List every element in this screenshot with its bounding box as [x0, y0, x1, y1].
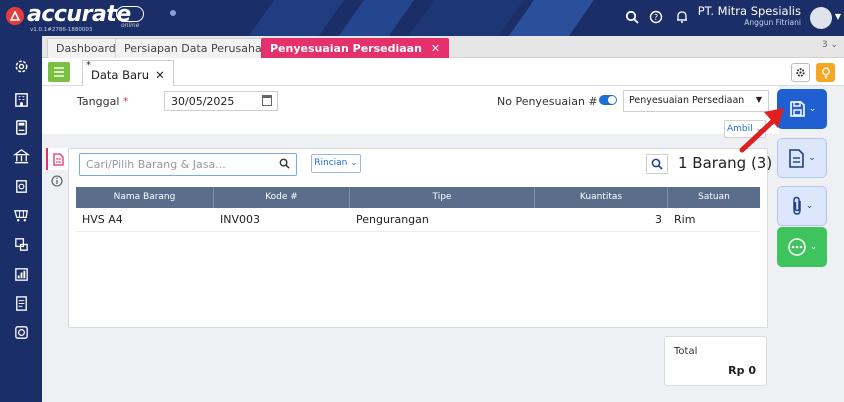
item-search-input[interactable]: Cari/Pilih Barang & Jasa...: [79, 153, 297, 176]
calculator-icon[interactable]: [12, 118, 30, 136]
doc-number-label-text: No Penyesuaian #: [497, 95, 598, 108]
top-header: accurate online v1.0.1#2786-1880003 ? PT…: [0, 0, 844, 36]
status-dot: [170, 10, 176, 16]
column-header[interactable]: Kode #: [214, 187, 350, 208]
company-info[interactable]: PT. Mitra Spesialis Anggun Fitriani: [698, 4, 801, 27]
tabs-overflow[interactable]: 3 ⌄: [822, 40, 838, 50]
avatar[interactable]: [810, 7, 832, 29]
chevron-down-icon[interactable]: ▼: [835, 12, 841, 21]
document-icon: [789, 148, 805, 168]
document-icon: [52, 152, 64, 166]
more-actions-button[interactable]: ⌄: [777, 227, 827, 267]
auto-number-toggle[interactable]: [599, 95, 617, 105]
bell-icon[interactable]: [673, 8, 691, 26]
column-header[interactable]: Satuan: [668, 187, 760, 208]
chevron-down-icon[interactable]: ⌄: [810, 242, 818, 252]
more-icon: [787, 238, 806, 256]
calendar-icon[interactable]: [262, 95, 272, 106]
search-icon[interactable]: [279, 158, 290, 169]
cell-item-name: HVS A4: [82, 213, 123, 226]
tab-persiapan-data[interactable]: Persiapan Data Perusahaan: [115, 38, 285, 58]
item-search-button[interactable]: [646, 154, 668, 174]
item-search-placeholder: Cari/Pilih Barang & Jasa...: [86, 158, 226, 171]
search-icon[interactable]: [623, 8, 641, 26]
receivable-icon[interactable]: [12, 177, 30, 195]
rincian-button[interactable]: Rincian ⌄: [311, 154, 361, 173]
tab-penyesuaian-persediaan[interactable]: Penyesuaian Persediaan ✕: [261, 38, 450, 58]
gear-icon[interactable]: [12, 57, 30, 75]
cell-item-type: Pengurangan: [356, 213, 429, 226]
module-tabs: Dashboard Persiapan Data Perusahaan Peny…: [42, 36, 844, 58]
adjustment-type-value: Penyesuaian Persediaan: [629, 95, 745, 106]
search-icon: [651, 158, 663, 170]
cell-quantity: 3: [655, 213, 662, 226]
date-value: 30/05/2025: [171, 95, 235, 108]
unsaved-marker: *: [86, 60, 91, 71]
lightbulb-icon: [821, 67, 830, 79]
chevron-down-icon[interactable]: ⌄: [806, 201, 814, 211]
date-field[interactable]: 30/05/2025: [164, 91, 278, 111]
tab-label: Penyesuaian Persediaan: [270, 42, 422, 55]
cart-icon[interactable]: [12, 206, 30, 224]
item-count: 1 Barang (3): [678, 154, 773, 172]
logo-icon[interactable]: [6, 7, 24, 25]
chevron-down-icon[interactable]: ⌄: [808, 153, 816, 163]
cell-unit: Rim: [674, 213, 696, 226]
svg-text:?: ?: [654, 13, 658, 22]
tab-label: Persiapan Data Perusahaan: [124, 42, 276, 55]
date-label: Tanggal *: [77, 95, 128, 108]
column-header[interactable]: Tipe: [350, 187, 535, 208]
doc-number-label: No Penyesuaian # *: [497, 95, 607, 108]
column-header[interactable]: Kuantitas: [535, 187, 668, 208]
attachment-button[interactable]: ⌄: [777, 186, 827, 226]
building-icon[interactable]: [12, 90, 30, 108]
close-icon[interactable]: ✕: [431, 42, 440, 55]
settings-button[interactable]: [791, 63, 810, 82]
column-header[interactable]: Nama Barang: [76, 187, 214, 208]
tips-button[interactable]: [816, 63, 835, 82]
user-name: Anggun Fitriani: [744, 18, 801, 27]
paperclip-icon: [792, 196, 801, 215]
inventory-icon[interactable]: [12, 235, 30, 253]
detail-side-tabs: [46, 148, 68, 194]
close-icon[interactable]: ✕: [155, 68, 165, 82]
sidebar: [0, 36, 42, 402]
document-toolbar: * Data Baru ✕: [42, 58, 844, 86]
floppy-disk-icon: [789, 101, 805, 117]
settings-shield-icon[interactable]: [12, 323, 30, 341]
table-row[interactable]: HVS A4 INV003 Pengurangan 3 Rim: [76, 208, 760, 232]
table-header: Nama Barang Kode # Tipe Kuantitas Satuan: [76, 187, 760, 208]
date-label-text: Tanggal: [77, 95, 120, 108]
doc-tab-data-baru[interactable]: * Data Baru ✕: [82, 60, 174, 86]
list-icon: [54, 67, 64, 77]
chevron-down-icon: ▼: [755, 95, 762, 104]
total-box: Total Rp 0: [664, 336, 767, 386]
total-value: Rp 0: [728, 364, 756, 377]
tax-icon[interactable]: [12, 294, 30, 312]
info-icon: [51, 175, 63, 187]
list-view-button[interactable]: [48, 62, 70, 82]
total-label: Total: [674, 346, 698, 357]
gear-icon: [796, 68, 805, 77]
cloud-icon: [116, 6, 144, 22]
bank-icon[interactable]: [12, 147, 30, 165]
report-icon[interactable]: [12, 265, 30, 283]
doc-tab-label: Data Baru: [91, 68, 150, 82]
annotation-arrow-icon: [739, 108, 784, 153]
required-mark: *: [122, 95, 129, 108]
tab-item-details[interactable]: [46, 148, 68, 170]
cell-item-code: INV003: [220, 213, 260, 226]
version-label: v1.0.1#2786-1880003: [30, 27, 93, 33]
edition-label: online: [121, 22, 140, 29]
chevron-down-icon[interactable]: ⌄: [809, 104, 817, 114]
tab-info[interactable]: [46, 170, 68, 192]
company-name: PT. Mitra Spesialis: [697, 4, 801, 18]
help-icon[interactable]: ?: [647, 8, 665, 26]
items-table: Nama Barang Kode # Tipe Kuantitas Satuan…: [76, 187, 760, 232]
